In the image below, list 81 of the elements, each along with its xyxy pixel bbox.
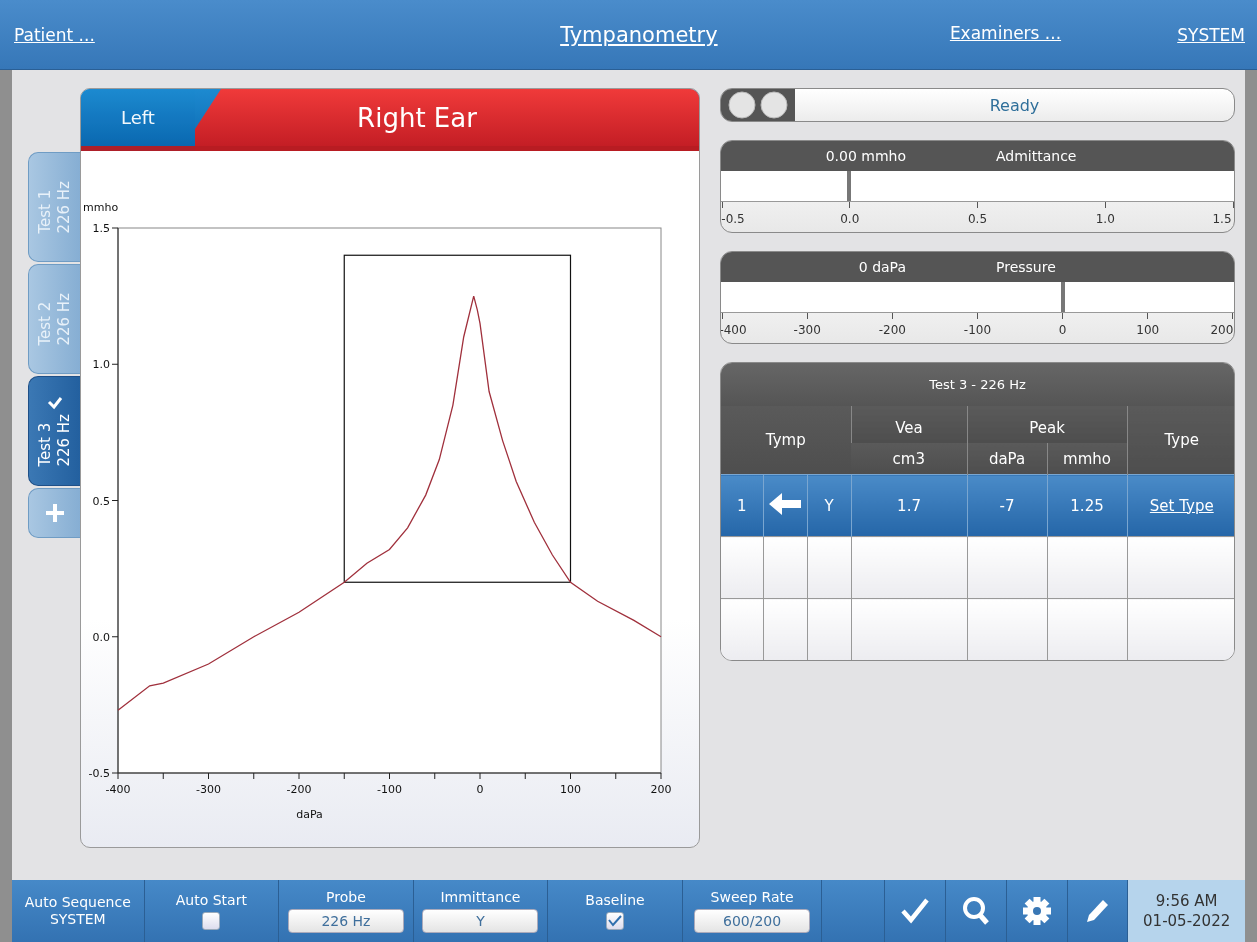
column-header: daPa bbox=[967, 443, 1048, 475]
meter-title: Admittance bbox=[996, 148, 1077, 164]
meter-title: Pressure bbox=[996, 259, 1056, 275]
check-icon bbox=[608, 915, 623, 927]
test-tab-label: Test 1 bbox=[35, 188, 55, 234]
scale-label: 0.5 bbox=[967, 212, 988, 226]
checkbox[interactable] bbox=[202, 912, 221, 930]
table-cell: 1.25 bbox=[1047, 474, 1128, 537]
axis-tick-label: 200 bbox=[650, 783, 672, 796]
setting-label: Sweep Rate bbox=[710, 889, 794, 905]
column-header: cm3 bbox=[851, 443, 968, 475]
test-tab[interactable]: Test 3 226 Hz bbox=[28, 376, 80, 486]
scale-label: -300 bbox=[793, 323, 821, 337]
scale-label: 1.0 bbox=[1095, 212, 1115, 226]
test-tab-label: Test 2 bbox=[35, 300, 55, 346]
dropdown-button[interactable]: Y bbox=[422, 909, 539, 933]
axis-label: mmho bbox=[83, 201, 119, 214]
test-tab-frequency: 226 Hz bbox=[54, 292, 74, 346]
axis-tick-label: -0.5 bbox=[88, 767, 110, 780]
setting-value: SYSTEM bbox=[49, 911, 106, 928]
setting-label: Auto Sequence bbox=[24, 894, 131, 911]
scale-label: -200 bbox=[878, 323, 906, 337]
column-header: Tymp bbox=[721, 406, 852, 475]
nav-link[interactable]: Examiners ... bbox=[949, 22, 1062, 47]
scale-label: 100 bbox=[1136, 323, 1160, 337]
axis-tick-label: 0.0 bbox=[92, 630, 110, 644]
scale-label: -100 bbox=[963, 323, 992, 337]
clock-date: 01-05-2022 bbox=[1143, 912, 1231, 930]
column-header: Vea bbox=[851, 406, 968, 443]
axis-label: daPa bbox=[296, 808, 323, 821]
page-title-link[interactable]: Tympanometry bbox=[560, 22, 718, 47]
table-cell: 1.7 bbox=[851, 474, 968, 537]
axis-tick-label: -300 bbox=[196, 783, 221, 796]
scale-label: -0.5 bbox=[721, 212, 745, 226]
setting-label: Probe bbox=[326, 889, 366, 905]
scale-label: 0 bbox=[1058, 323, 1067, 337]
table-title: Test 3 - 226 Hz bbox=[721, 363, 1234, 406]
nav-link[interactable]: Patient ... bbox=[14, 24, 95, 45]
indicator-lights-icon bbox=[727, 91, 789, 119]
meter-reading: 0.00 mmho bbox=[825, 148, 906, 164]
axis-tick-label: 1.5 bbox=[92, 222, 110, 235]
set-type-link[interactable]: Set Type bbox=[1149, 496, 1214, 515]
axis-tick-label: 1.0 bbox=[92, 358, 110, 372]
setting-label: Immittance bbox=[440, 889, 521, 905]
dropdown-button[interactable]: 600/200 bbox=[694, 909, 811, 933]
table-cell: 1 bbox=[721, 474, 763, 537]
clock-time: 9:56 AM bbox=[1155, 892, 1218, 910]
result-row[interactable]: 1 Y 1.7 -7 1.25 Set Type bbox=[721, 474, 1234, 537]
checkbox[interactable] bbox=[606, 912, 625, 930]
axis-tick-label: 100 bbox=[560, 783, 581, 796]
setting-label: Auto Start bbox=[175, 892, 247, 908]
left-arrow-icon bbox=[768, 491, 802, 516]
scale-label: 0.0 bbox=[840, 212, 860, 226]
meter-reading: 0 daPa bbox=[858, 259, 906, 275]
plus-icon bbox=[43, 502, 66, 524]
table-cell: -7 bbox=[967, 474, 1048, 537]
ear-tab[interactable]: Right Ear bbox=[195, 89, 699, 151]
search-icon bbox=[961, 896, 990, 926]
scale-label: 200 bbox=[1210, 323, 1234, 337]
axis-tick-label: -200 bbox=[286, 783, 312, 796]
settings-icon bbox=[1021, 896, 1052, 926]
scale-label: 1.5 bbox=[1212, 212, 1232, 226]
axis-tick-label: -400 bbox=[105, 783, 131, 796]
axis-tick-label: -100 bbox=[377, 783, 402, 796]
add-test-tab[interactable] bbox=[28, 488, 80, 538]
nav-link[interactable]: SYSTEM bbox=[1177, 24, 1245, 45]
test-tab-label: Test 3 bbox=[35, 421, 55, 467]
axis-tick-label: 0 bbox=[476, 783, 484, 796]
axis-tick-label: 0.5 bbox=[92, 494, 110, 508]
column-header: mmho bbox=[1047, 443, 1128, 475]
confirm-check-icon bbox=[900, 897, 931, 925]
column-header: Type bbox=[1127, 406, 1234, 475]
dropdown-button[interactable]: 226 Hz bbox=[287, 909, 404, 933]
column-header: Peak bbox=[967, 406, 1128, 443]
setting-label: Baseline bbox=[585, 892, 645, 908]
test-tab-frequency: 226 Hz bbox=[54, 413, 74, 467]
test-tab-frequency: 226 Hz bbox=[54, 180, 74, 234]
check-icon bbox=[46, 395, 63, 410]
ear-tab[interactable]: Left bbox=[81, 89, 195, 151]
status-text: Ready bbox=[989, 95, 1040, 115]
table-cell: Y bbox=[807, 474, 852, 537]
